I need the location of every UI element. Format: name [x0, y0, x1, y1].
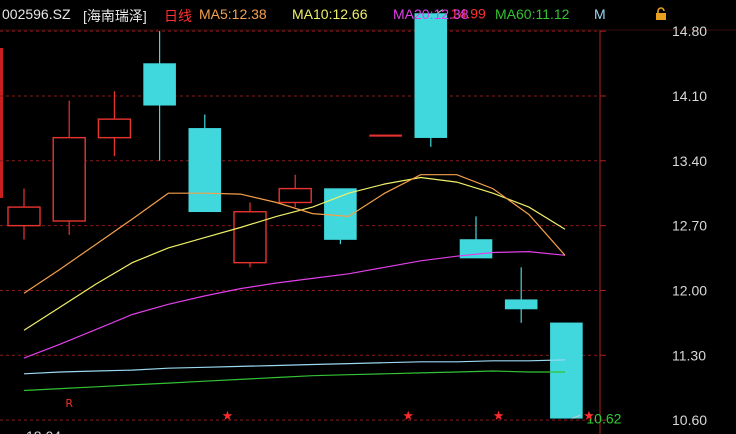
signal-star-icon[interactable]: ★ [402, 409, 414, 424]
candle-body[interactable] [414, 13, 448, 138]
period-label[interactable]: 日线 [164, 6, 192, 26]
y-tick-label: 13.40 [672, 153, 707, 169]
candle-body[interactable] [369, 134, 402, 137]
signal-star-icon[interactable]: ★ [222, 409, 234, 424]
y-tick-label: 14.10 [672, 88, 707, 104]
candle-body[interactable] [278, 187, 312, 204]
lock-icon[interactable] [654, 7, 668, 21]
candle-body[interactable] [504, 299, 538, 310]
ma10-value: MA10:12.66 [292, 6, 368, 22]
candle-body[interactable] [7, 206, 41, 227]
candle-body[interactable] [52, 136, 86, 222]
y-tick-label: 12.00 [672, 282, 707, 298]
price-chart[interactable]: 14.8014.1013.4012.7012.0011.3010.6014.99… [0, 0, 736, 434]
signal-star-icon[interactable]: ★ [493, 409, 505, 424]
ma60-line [23, 370, 565, 392]
stock-name: [海南瑞泽] [83, 8, 147, 24]
candle-body[interactable] [97, 118, 132, 139]
ma60-value: MA60:11.12 [495, 6, 570, 22]
ma20-line [23, 250, 566, 359]
left-edge-marker [0, 48, 3, 198]
candle-body[interactable] [233, 211, 267, 264]
candle-body[interactable] [143, 63, 176, 106]
ma5-value: MA5:12.38 [199, 6, 267, 22]
y-tick-label: 12.70 [672, 218, 707, 234]
y-tick-label: 10.60 [672, 412, 707, 428]
candle-body[interactable] [188, 128, 222, 213]
x-date-label: 18.04 [26, 428, 61, 434]
ma20-value: MA20:12.38 [393, 6, 469, 22]
chart-header: 002596.SZ [海南瑞泽] 日线 MA5:12.38 MA10:12.66… [0, 0, 736, 30]
signal-star-icon[interactable]: ★ [583, 409, 595, 424]
kline-chart-window: 14.80 14.10 13.40 12.70 12.00 11.30 10.60 14.99… [0, 0, 736, 434]
r-marker[interactable]: R [65, 397, 73, 410]
candle-body[interactable] [550, 322, 583, 419]
ma-more-value: M [594, 6, 606, 22]
stock-symbol: 002596.SZ [2, 6, 71, 22]
y-tick-label: 11.30 [672, 347, 706, 363]
